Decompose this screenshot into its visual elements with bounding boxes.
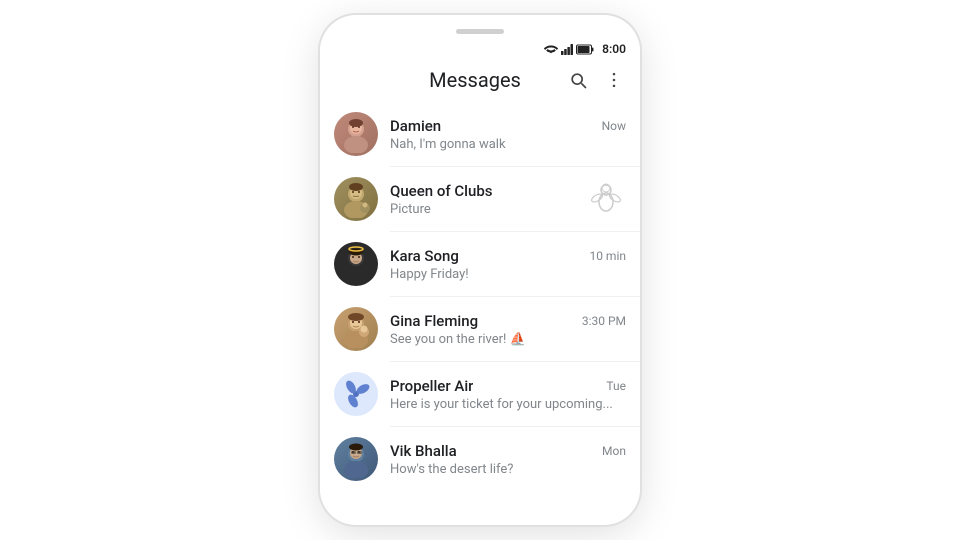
conv-time-gina: 3:30 PM [582,314,626,328]
conv-preview-kara: Happy Friday! [390,267,626,282]
conv-preview-qoc: Picture [390,202,574,217]
avatar-image-damien [337,115,375,153]
conv-body-qoc: Queen of Clubs Picture [390,182,574,217]
phone-frame: 8:00 Messages [320,15,640,525]
conv-name-propeller: Propeller Air [390,377,473,395]
conv-body-damien: Damien Now Nah, I'm gonna walk [390,117,626,152]
conv-body-propeller: Propeller Air Tue Here is your ticket fo… [390,377,626,412]
sticker-thumbnail [587,180,625,218]
conversation-item-propeller-air[interactable]: Propeller Air Tue Here is your ticket fo… [320,362,640,426]
conv-thumbnail-qoc [586,179,626,219]
more-options-icon [604,70,624,90]
app-bar-title: Messages [386,68,564,92]
wifi-icon [544,44,558,55]
app-bar: Messages [320,58,640,102]
status-bar: 8:00 [320,38,640,58]
conv-name-gina: Gina Fleming [390,312,478,330]
conv-time-kara: 10 min [589,249,626,263]
conv-body-kara: Kara Song 10 min Happy Friday! [390,247,626,282]
avatar-gina-fleming [334,307,378,351]
avatar-image-kara [337,245,375,283]
conv-preview-propeller: Here is your ticket for your upcoming... [390,397,626,412]
phone-screen: 8:00 Messages [320,38,640,525]
conv-name-qoc: Queen of Clubs [390,182,492,200]
avatar-vik-bhalla [334,437,378,481]
conversation-item-damien[interactable]: Damien Now Nah, I'm gonna walk [320,102,640,166]
conv-preview-damien: Nah, I'm gonna walk [390,137,626,152]
conv-header-damien: Damien Now [390,117,626,135]
conv-body-vik: Vik Bhalla Mon How's the desert life? [390,442,626,477]
search-button[interactable] [564,66,592,94]
signal-icon [561,44,573,55]
avatar-image-qoc [337,180,375,218]
conv-time-vik: Mon [602,444,626,458]
conv-preview-gina: See you on the river! ⛵ [390,332,626,347]
app-bar-icons [564,66,628,94]
more-options-button[interactable] [600,66,628,94]
conv-time-propeller: Tue [606,379,626,393]
conversation-item-kara-song[interactable]: Kara Song 10 min Happy Friday! [320,232,640,296]
avatar-propeller-air [334,372,378,416]
avatar-queen-of-clubs [334,177,378,221]
conv-body-gina: Gina Fleming 3:30 PM See you on the rive… [390,312,626,347]
avatar-damien [334,112,378,156]
conv-time-damien: Now [602,119,626,133]
conv-header-kara: Kara Song 10 min [390,247,626,265]
avatar-image-gina [337,310,375,348]
conversation-list: Damien Now Nah, I'm gonna walk [320,102,640,525]
conv-header-propeller: Propeller Air Tue [390,377,626,395]
status-icons [544,44,594,55]
avatar-image-vik [337,440,375,478]
conv-preview-vik: How's the desert life? [390,462,626,477]
search-icon [568,70,588,90]
conversation-item-vik-bhalla[interactable]: Vik Bhalla Mon How's the desert life? [320,427,640,491]
conversation-item-gina-fleming[interactable]: Gina Fleming 3:30 PM See you on the rive… [320,297,640,361]
battery-icon [576,44,594,55]
avatar-image-propeller [337,375,375,413]
conv-name-vik: Vik Bhalla [390,442,457,460]
conversation-item-queen-of-clubs[interactable]: Queen of Clubs Picture [320,167,640,231]
status-time: 8:00 [602,42,626,56]
avatar-kara-song [334,242,378,286]
conv-name-damien: Damien [390,117,441,135]
conv-header-gina: Gina Fleming 3:30 PM [390,312,626,330]
conv-header-vik: Vik Bhalla Mon [390,442,626,460]
conv-header-qoc: Queen of Clubs [390,182,574,200]
conv-name-kara: Kara Song [390,247,459,265]
phone-speaker [456,29,504,34]
